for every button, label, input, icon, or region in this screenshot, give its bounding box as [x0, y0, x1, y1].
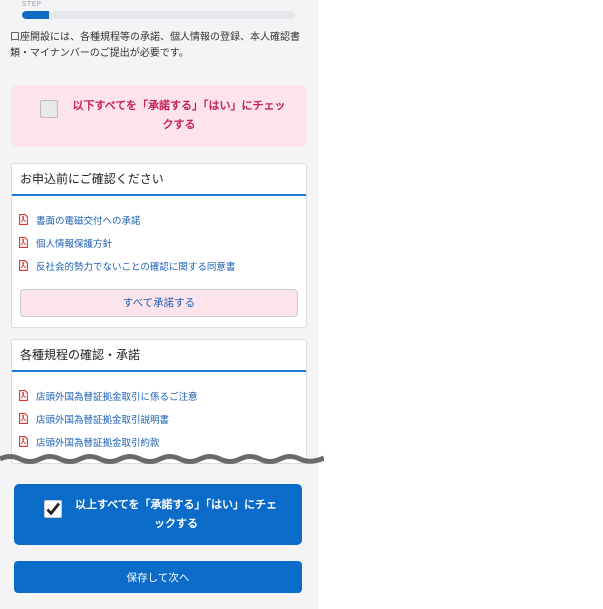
doc-link-fx-notice[interactable]: 店頭外国為替証拠金取引に係るご注意: [19, 384, 306, 407]
step-progress-bar: [22, 11, 295, 19]
doc-link-fx-explanation[interactable]: 店頭外国為替証拠金取引説明書: [19, 407, 306, 430]
regulations-card: 各種規程の確認・承諾 店頭外国為替証拠金取引に係るご注意 店頭外国為替証拠金取引…: [11, 339, 307, 464]
check-all-label[interactable]: 以下すべてを「承諾する」「はい」にチェックする: [69, 96, 289, 134]
pdf-icon: [19, 436, 28, 447]
before-apply-title: お申込前にご確認ください: [12, 164, 306, 196]
check-all-checked-box[interactable]: 以上すべてを「承諾する」「はい」にチェックする: [14, 484, 302, 545]
doc-link-label[interactable]: 個人情報保護方針: [36, 236, 112, 250]
intro-text: 口座開設には、各種規程等の承諾、個人情報の登録、本人確認書類・マイナンバーのご提…: [10, 32, 300, 59]
pdf-icon: [19, 390, 28, 401]
doc-link-label[interactable]: 書面の電磁交付への承諾: [36, 213, 141, 227]
doc-link-label[interactable]: 店頭外国為替証拠金取引に係るご注意: [36, 389, 198, 403]
step-progress-fill: [22, 11, 50, 19]
doc-link-antisocial-consent[interactable]: 反社会的勢力でないことの確認に関する同意書: [19, 254, 306, 277]
doc-link-label[interactable]: 店頭外国為替証拠金取引説明書: [36, 412, 169, 426]
pdf-icon: [19, 214, 28, 225]
check-all-unchecked-box[interactable]: 以下すべてを「承諾する」「はい」にチェックする: [11, 85, 307, 147]
pdf-icon: [19, 237, 28, 248]
before-apply-card: お申込前にご確認ください 書面の電磁交付への承諾 個人情報保護方針 反社会的勢力…: [11, 163, 307, 328]
approve-all-button[interactable]: すべて承諾する: [20, 289, 298, 317]
torn-edge-divider: [0, 454, 324, 464]
before-apply-doc-list: 書面の電磁交付への承諾 個人情報保護方針 反社会的勢力でないことの確認に関する同…: [12, 196, 306, 277]
doc-link-electronic-delivery[interactable]: 書面の電磁交付への承諾: [19, 208, 306, 231]
pdf-icon: [19, 413, 28, 424]
regulations-doc-list: 店頭外国為替証拠金取引に係るご注意 店頭外国為替証拠金取引説明書 店頭外国為替証…: [12, 372, 306, 453]
checkbox-unchecked[interactable]: [40, 100, 58, 118]
pdf-icon: [19, 260, 28, 271]
checkmark-icon: [46, 502, 61, 515]
doc-link-privacy-policy[interactable]: 個人情報保護方針: [19, 231, 306, 254]
step-label: STEP: [22, 0, 42, 8]
check-all-label[interactable]: 以上すべてを「承諾する」「はい」にチェックする: [70, 495, 282, 533]
save-next-button[interactable]: 保存して次へ: [14, 561, 302, 593]
doc-link-label[interactable]: 店頭外国為替証拠金取引約款: [36, 435, 160, 449]
regulations-title: 各種規程の確認・承諾: [12, 340, 306, 372]
checkbox-checked[interactable]: [44, 500, 62, 518]
doc-link-label[interactable]: 反社会的勢力でないことの確認に関する同意書: [36, 259, 235, 273]
